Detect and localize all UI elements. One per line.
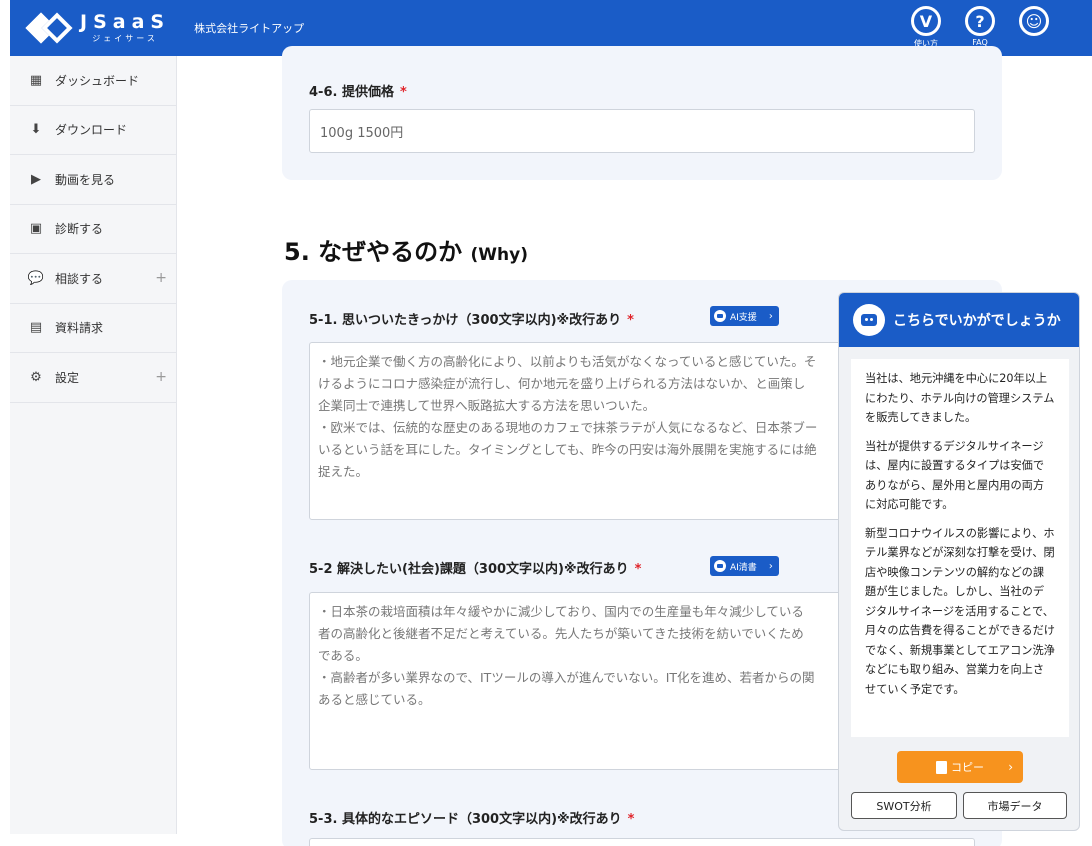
sidebar-item-download[interactable]: ⬇ ダウンロード bbox=[10, 106, 176, 155]
copy-button[interactable]: コピー › bbox=[897, 751, 1023, 783]
sidebar-item-label: ダウンロード bbox=[55, 123, 128, 138]
sidebar-item-label: 動画を見る bbox=[55, 172, 116, 187]
required-mark: * bbox=[627, 812, 635, 827]
copy-icon bbox=[936, 760, 947, 774]
account-button[interactable]: ☺ bbox=[1014, 6, 1054, 49]
price-label: 4-6. 提供価格 * bbox=[309, 85, 407, 100]
video-icon: ▶ bbox=[31, 171, 41, 187]
chevron-right-icon: › bbox=[1008, 760, 1013, 774]
chat-icon: 💬 bbox=[27, 270, 45, 286]
logo-sub-text: ジェイサース bbox=[92, 34, 158, 43]
required-mark: * bbox=[627, 313, 634, 328]
expand-plus-icon[interactable]: + bbox=[155, 270, 167, 286]
sidebar-item-label: ダッシュボード bbox=[55, 73, 140, 88]
ai-rewrite-button[interactable]: AI清書 › bbox=[710, 556, 779, 576]
q52-label: 5-2 解決したい(社会)課題（300文字以内)※改行あり * bbox=[309, 562, 642, 577]
document-icon: ▤ bbox=[29, 320, 43, 336]
sidebar: ▦ ダッシュボード ⬇ ダウンロード ▶ 動画を見る ▣ 診断する 💬 相談する… bbox=[10, 56, 177, 834]
price-input[interactable]: 100g 1500円 bbox=[309, 109, 975, 153]
suggestion-paragraph: 当社は、地元沖縄を中心に20年以上にわたり、ホテル向けの管理システムを販売してき… bbox=[865, 372, 1055, 424]
sidebar-item-label: 相談する bbox=[55, 271, 104, 286]
sidebar-item-label: 設定 bbox=[55, 370, 80, 385]
sidebar-item-label: 資料請求 bbox=[55, 321, 104, 336]
sidebar-item-video[interactable]: ▶ 動画を見る bbox=[10, 155, 176, 205]
jsaas-logo[interactable]: JSaaS ジェイサース bbox=[25, 11, 171, 45]
suggestion-paragraph: 当社が提供するデジタルサイネージは、屋内に設置するタイプは安価でありながら、屋外… bbox=[865, 439, 1045, 512]
swot-button[interactable]: SWOT分析 bbox=[851, 792, 957, 819]
suggestion-paragraph: 新型コロナウイルスの影響により、ホテル業界などが深刻な打撃を受け、閉店や映像コン… bbox=[865, 526, 1055, 696]
popup-header: こちらでいかがでしょうか bbox=[839, 293, 1079, 347]
sidebar-item-diagnose[interactable]: ▣ 診断する bbox=[10, 205, 176, 254]
sidebar-item-settings[interactable]: ⚙ 設定 + bbox=[10, 353, 176, 403]
market-data-button[interactable]: 市場データ bbox=[963, 792, 1067, 819]
sidebar-item-request-docs[interactable]: ▤ 資料請求 bbox=[10, 304, 176, 353]
logo-mark-icon bbox=[25, 11, 73, 45]
ai-support-button[interactable]: AI支援 › bbox=[710, 306, 779, 326]
dashboard-icon: ▦ bbox=[29, 72, 43, 88]
faq-icon: ? bbox=[965, 6, 995, 36]
required-mark: * bbox=[634, 562, 642, 577]
suggestion-text: 当社は、地元沖縄を中心に20年以上にわたり、ホテル向けの管理システムを販売してき… bbox=[851, 359, 1069, 737]
q53-textarea[interactable] bbox=[309, 838, 975, 846]
account-icon: ☺ bbox=[1019, 6, 1049, 36]
section-title: 5. なぜやるのか (Why) bbox=[284, 238, 529, 266]
q53-label: 5-3. 具体的なエピソード（300文字以内)※改行あり * bbox=[309, 812, 635, 827]
robot-icon bbox=[714, 310, 726, 322]
sidebar-item-dashboard[interactable]: ▦ ダッシュボード bbox=[10, 56, 176, 106]
ai-suggestion-popup: こちらでいかがでしょうか 当社は、地元沖縄を中心に20年以上にわたり、ホテル向け… bbox=[838, 292, 1080, 831]
required-mark: * bbox=[399, 85, 407, 100]
expand-plus-icon[interactable]: + bbox=[155, 369, 167, 385]
how-to-button[interactable]: V 使い方 bbox=[906, 6, 946, 49]
diagnose-icon: ▣ bbox=[29, 221, 43, 237]
sidebar-item-consult[interactable]: 💬 相談する + bbox=[10, 254, 176, 304]
q51-label: 5-1. 思いついたきっかけ（300文字以内)※改行あり * bbox=[309, 313, 634, 328]
chevron-right-icon: › bbox=[768, 560, 773, 572]
gear-icon: ⚙ bbox=[30, 369, 42, 385]
company-name: 株式会社ライトアップ bbox=[194, 22, 305, 35]
assistant-avatar-icon bbox=[853, 304, 885, 336]
robot-icon bbox=[714, 560, 726, 572]
logo-main-text: JSaaS bbox=[80, 11, 171, 33]
faq-button[interactable]: ? FAQ bbox=[960, 6, 1000, 49]
sidebar-item-label: 診断する bbox=[55, 222, 104, 237]
popup-title: こちらでいかがでしょうか bbox=[893, 313, 1061, 329]
download-icon: ⬇ bbox=[30, 122, 42, 138]
chevron-right-icon: › bbox=[768, 310, 773, 322]
how-to-icon: V bbox=[911, 6, 941, 36]
